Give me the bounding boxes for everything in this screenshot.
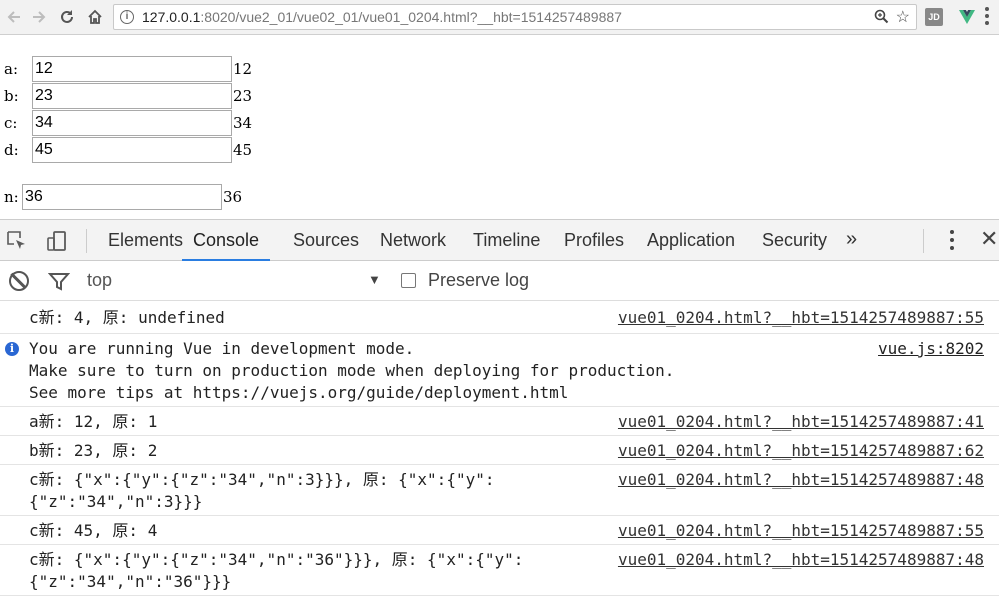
- input-c[interactable]: [32, 109, 232, 136]
- url-text: 127.0.0.1:8020/vue2_01/vue02_01/vue01_02…: [142, 9, 622, 25]
- preserve-log-label[interactable]: Preserve log: [428, 270, 529, 291]
- input-a[interactable]: [32, 55, 232, 82]
- tab-profiles[interactable]: Profiles: [564, 220, 624, 261]
- tab-sources[interactable]: Sources: [293, 220, 359, 261]
- input-d[interactable]: [32, 136, 232, 163]
- message-text: a新: 12, 原: 1: [29, 412, 158, 431]
- zoom-icon[interactable]: [874, 8, 890, 26]
- message-source-link[interactable]: vue01_0204.html?__hbt=1514257489887:55: [618, 307, 984, 329]
- inspect-element-icon[interactable]: [6, 230, 28, 252]
- browser-menu-icon[interactable]: [985, 7, 991, 28]
- label-d: d:: [4, 140, 19, 159]
- reload-icon: [61, 10, 73, 23]
- output-b: 23: [233, 86, 253, 105]
- home-button[interactable]: [83, 5, 107, 29]
- console-message: c新: 4, 原: undefined vue01_0204.html?__hb…: [0, 302, 999, 334]
- message-source-link[interactable]: vue01_0204.html?__hbt=1514257489887:62: [618, 440, 984, 462]
- output-n: 36: [223, 187, 243, 206]
- arrow-right-icon: [33, 11, 46, 23]
- label-c: c:: [4, 113, 18, 132]
- home-icon: [88, 9, 102, 24]
- forward-button[interactable]: [27, 5, 51, 29]
- console-message: c新: 45, 原: 4 vue01_0204.html?__hbt=15142…: [0, 516, 999, 545]
- info-icon: i: [5, 342, 19, 356]
- output-d: 45: [233, 140, 253, 159]
- output-a: 12: [233, 59, 253, 78]
- row-d: d: 45: [4, 136, 252, 163]
- tab-elements[interactable]: Elements: [108, 220, 183, 261]
- context-selector[interactable]: top: [87, 270, 112, 291]
- tab-timeline[interactable]: Timeline: [473, 220, 540, 261]
- back-button[interactable]: [2, 5, 26, 29]
- devtools-tabbar: Elements Console Sources Network Timelin…: [0, 220, 999, 261]
- info-icon[interactable]: i: [120, 10, 134, 24]
- message-source-link[interactable]: vue01_0204.html?__hbt=1514257489887:48: [618, 549, 984, 571]
- tab-console[interactable]: Console: [182, 220, 271, 261]
- output-c: 34: [233, 113, 253, 132]
- tab-application[interactable]: Application: [647, 220, 735, 261]
- console-message: b新: 23, 原: 2 vue01_0204.html?__hbt=15142…: [0, 436, 999, 465]
- vue-devtools-icon[interactable]: [958, 8, 976, 26]
- message-text: c新: 45, 原: 4: [29, 521, 158, 540]
- reload-button[interactable]: [55, 5, 79, 29]
- page-content: a: 12 b: 23 c: 34 d: 45 n: 36: [0, 36, 999, 218]
- filter-icon[interactable]: [48, 271, 70, 293]
- message-text: c新: 4, 原: undefined: [29, 308, 225, 327]
- close-devtools-icon[interactable]: ✕: [980, 226, 998, 252]
- bookmark-star-icon[interactable]: ☆: [896, 7, 910, 27]
- address-bar[interactable]: i 127.0.0.1:8020/vue2_01/vue02_01/vue01_…: [113, 4, 917, 30]
- console-message: c新: {"x":{"y":{"z":"34","n":"36"}}}, 原: …: [0, 545, 999, 596]
- preserve-log-checkbox[interactable]: [401, 273, 416, 288]
- devtools-panel: Elements Console Sources Network Timelin…: [0, 219, 999, 598]
- message-text: c新: {"x":{"y":{"z":"34","n":3}}}, 原: {"x…: [29, 470, 495, 511]
- arrow-left-icon: [7, 11, 20, 23]
- console-messages: c新: 4, 原: undefined vue01_0204.html?__hb…: [0, 302, 999, 598]
- clear-console-icon[interactable]: [9, 271, 29, 291]
- message-source-link[interactable]: vue01_0204.html?__hbt=1514257489887:41: [618, 411, 984, 433]
- console-message-info: i You are running Vue in development mod…: [0, 334, 999, 407]
- message-source-link[interactable]: vue.js:8202: [878, 338, 984, 360]
- message-source-link[interactable]: vue01_0204.html?__hbt=1514257489887:55: [618, 520, 984, 542]
- console-message: c新: {"x":{"y":{"z":"34","n":3}}}, 原: {"x…: [0, 465, 999, 516]
- message-text: c新: {"x":{"y":{"z":"34","n":"36"}}}, 原: …: [29, 550, 524, 591]
- more-tabs-icon[interactable]: »: [846, 228, 857, 251]
- message-text: b新: 23, 原: 2: [29, 441, 158, 460]
- browser-toolbar: i 127.0.0.1:8020/vue2_01/vue02_01/vue01_…: [0, 0, 999, 35]
- device-toolbar-icon[interactable]: [46, 230, 68, 252]
- message-source-link[interactable]: vue01_0204.html?__hbt=1514257489887:48: [618, 469, 984, 491]
- devtools-menu-icon[interactable]: [950, 230, 956, 254]
- jd-extension-icon[interactable]: JD: [925, 8, 943, 26]
- message-text: You are running Vue in development mode.…: [29, 339, 675, 402]
- console-toolbar: top ▼ Preserve log: [0, 261, 999, 301]
- label-a: a:: [4, 59, 18, 78]
- dropdown-arrow-icon[interactable]: ▼: [368, 272, 381, 287]
- input-b[interactable]: [32, 82, 232, 109]
- row-a: a: 12: [4, 55, 252, 82]
- label-b: b:: [4, 86, 19, 105]
- row-c: c: 34: [4, 109, 252, 136]
- tab-network[interactable]: Network: [380, 220, 446, 261]
- console-message: a新: 12, 原: 1 vue01_0204.html?__hbt=15142…: [0, 407, 999, 436]
- divider: [923, 229, 924, 253]
- input-n[interactable]: [22, 183, 222, 210]
- row-n: n: 36: [4, 183, 242, 210]
- tab-security[interactable]: Security: [762, 220, 827, 261]
- label-n: n:: [4, 187, 19, 206]
- row-b: b: 23: [4, 82, 252, 109]
- divider: [86, 229, 87, 253]
